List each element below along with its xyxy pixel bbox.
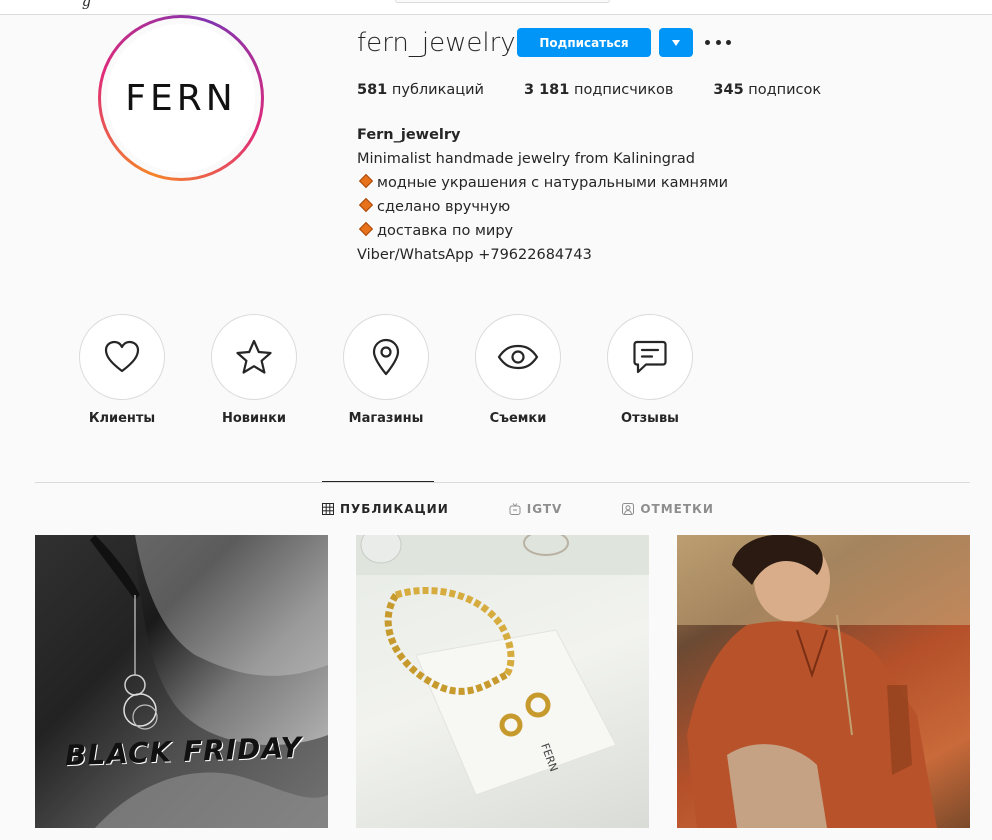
chat-icon [633, 340, 667, 374]
dot-icon [726, 39, 731, 45]
model-photo [677, 535, 970, 828]
bio-contact: Viber/WhatsApp +79622684743 [357, 247, 592, 263]
highlight-shoots[interactable]: Съемки [474, 314, 562, 426]
highlight-stores[interactable]: Магазины [342, 314, 430, 426]
instagram-logo[interactable]: g [82, 0, 91, 10]
avatar[interactable]: FERN [98, 15, 264, 181]
highlight-clients[interactable]: Клиенты [78, 314, 166, 426]
orange-diamond-icon [358, 173, 374, 189]
highlight-label: Отзывы [621, 411, 679, 426]
orange-diamond-icon [358, 221, 374, 237]
profile-username: fern_jewelry [357, 28, 516, 58]
bio-bullet-line: модные украшения с натуральными камнями [357, 171, 728, 195]
bio-name: Fern_jewelry [357, 127, 461, 143]
story-highlights: Клиенты Новинки Магазины Съемки Отзывы [78, 314, 738, 426]
tabs-divider [35, 482, 970, 483]
map-pin-icon [372, 338, 400, 376]
posts-label: публикаций [391, 82, 484, 98]
search-input[interactable] [395, 0, 610, 3]
followers-count: 3 181 [523, 82, 570, 98]
post-thumbnail[interactable]: BLACK FRIDAY [35, 535, 328, 828]
tab-igtv[interactable]: IGTV [509, 502, 563, 516]
avatar-image: FERN [107, 24, 255, 172]
post-thumbnail[interactable] [677, 535, 970, 828]
chain-necklace-photo: FERN [356, 535, 649, 796]
orange-diamond-icon [358, 197, 374, 213]
posts-count: 581 [357, 82, 388, 98]
grid-icon [322, 503, 334, 515]
following-stat[interactable]: 345 подписок [713, 82, 821, 98]
dot-icon [705, 39, 710, 45]
tab-posts[interactable]: ПУБЛИКАЦИИ [322, 502, 449, 516]
highlight-reviews[interactable]: Отзывы [606, 314, 694, 426]
active-tab-indicator [322, 481, 434, 482]
heart-icon [104, 340, 140, 373]
following-count: 345 [713, 82, 744, 98]
dot-icon [715, 39, 721, 45]
following-label: подписок [748, 82, 822, 98]
profile-stats: 581 публикаций 3 181 подписчиков 345 под… [357, 82, 861, 98]
star-icon [236, 339, 272, 374]
earring-photo [35, 535, 328, 828]
tab-label: ПУБЛИКАЦИИ [340, 502, 449, 516]
highlight-label: Клиенты [88, 411, 156, 426]
bio-line: Minimalist handmade jewelry from Kalinin… [357, 151, 696, 167]
highlight-label: Новинки [221, 411, 287, 426]
followers-stat[interactable]: 3 181 подписчиков [524, 82, 673, 98]
more-options-button[interactable] [705, 32, 731, 52]
bio-bullet-line: сделано вручную [357, 195, 728, 219]
posts-grid: BLACK FRIDAY FERN [35, 535, 970, 828]
followers-label: подписчиков [573, 82, 674, 98]
tagged-icon [622, 503, 635, 515]
chevron-down-icon [672, 39, 680, 46]
highlight-label: Магазины [348, 411, 424, 426]
highlight-new[interactable]: Новинки [210, 314, 298, 426]
tab-label: ОТМЕТКИ [640, 502, 714, 516]
avatar-logo-text: FERN [125, 77, 237, 119]
suggested-accounts-button[interactable] [659, 28, 693, 57]
bio-bullet-line: доставка по миру [357, 219, 728, 243]
igtv-icon [509, 503, 521, 515]
tab-label: IGTV [526, 502, 563, 516]
profile-bio: Fern_jewelry Minimalist handmade jewelry… [357, 123, 728, 267]
top-navigation-bar: g [0, 0, 992, 15]
follow-button[interactable]: Подписаться [517, 28, 651, 57]
highlight-label: Съемки [489, 411, 547, 426]
post-thumbnail[interactable]: FERN [356, 535, 649, 828]
posts-stat: 581 публикаций [357, 82, 484, 98]
eye-icon [497, 344, 539, 370]
tab-tagged[interactable]: ОТМЕТКИ [622, 502, 714, 516]
profile-tabs: ПУБЛИКАЦИИ IGTV ОТМЕТКИ [322, 502, 774, 516]
